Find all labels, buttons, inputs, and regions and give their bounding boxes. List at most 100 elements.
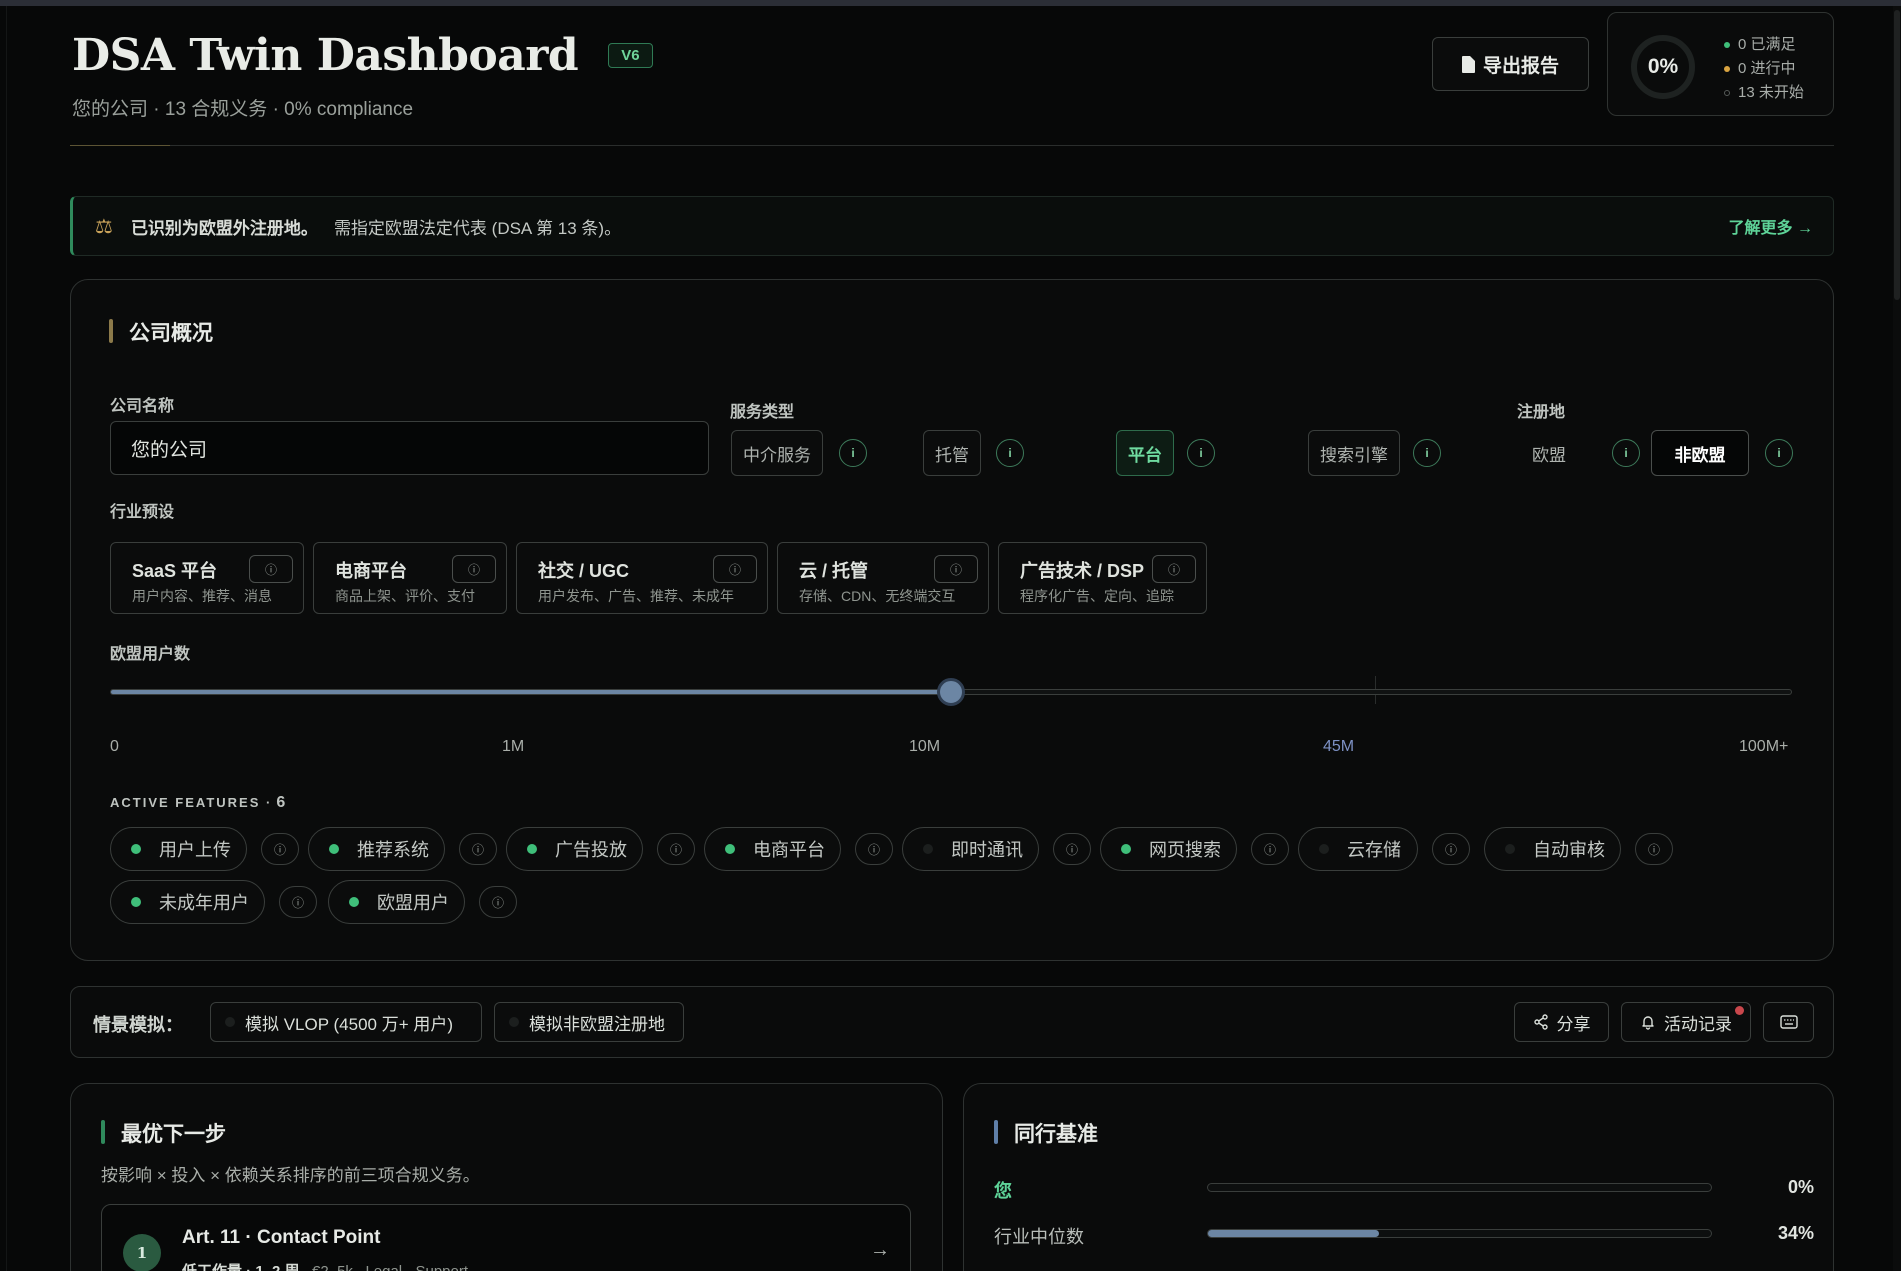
version-badge: V6 — [608, 43, 653, 68]
scenario-toolbar: 情景模拟： 模拟 VLOP (4500 万+ 用户) 模拟非欧盟注册地 分享 活… — [70, 986, 1834, 1058]
keyboard-icon — [1779, 1015, 1798, 1029]
simulate-vlop-button[interactable]: 模拟 VLOP (4500 万+ 用户) — [210, 1002, 482, 1042]
company-name-input[interactable] — [110, 421, 709, 475]
off-dot-icon — [1319, 844, 1329, 854]
service-search-engine-button[interactable]: 搜索引擎 — [1308, 430, 1400, 476]
page-title: DSA Twin Dashboard — [72, 30, 579, 81]
legend-item-not-started: 13 未开始 — [1724, 81, 1804, 105]
service-platform-button[interactable]: 平台 — [1116, 430, 1174, 476]
registration-non-eu-button[interactable]: 非欧盟 — [1651, 430, 1749, 476]
keyboard-shortcuts-button[interactable] — [1763, 1002, 1814, 1042]
compliance-percent: 0% — [1647, 55, 1679, 78]
info-icon[interactable]: i — [996, 439, 1024, 467]
info-icon[interactable]: ⓘ — [855, 833, 893, 865]
service-hosting-button[interactable]: 托管 — [923, 430, 981, 476]
industry-presets-label: 行业预设 — [110, 504, 175, 521]
on-dot-icon — [131, 897, 141, 907]
eu-users-slider-handle[interactable] — [937, 678, 965, 706]
info-icon[interactable]: ⓘ — [713, 555, 757, 583]
compliance-summary: 0% 0 已满足 0 进行中 13 未开始 — [1607, 12, 1834, 116]
header-accent-line — [70, 145, 170, 146]
scenario-label: 情景模拟： — [93, 1015, 183, 1035]
feature-chip-ads[interactable]: 广告投放 — [506, 827, 643, 871]
info-icon[interactable]: ⓘ — [249, 555, 293, 583]
scale-icon: ⚖ — [95, 215, 113, 238]
feature-chip-web-search[interactable]: 网页搜索 — [1100, 827, 1237, 871]
page-scrollbar[interactable] — [1893, 6, 1901, 1271]
notification-dot — [1735, 1006, 1744, 1015]
tick-label-100m: 100M+ — [1739, 738, 1789, 755]
eu-users-label: 欧盟用户数 — [110, 646, 191, 663]
feature-chip-user-upload[interactable]: 用户上传 — [110, 827, 247, 871]
info-icon[interactable]: i — [839, 439, 867, 467]
info-icon[interactable]: ⓘ — [459, 833, 497, 865]
info-icon[interactable]: i — [1187, 439, 1215, 467]
preset-ecommerce[interactable]: 电商平台 商品上架、评价、支付 ⓘ — [313, 542, 507, 614]
feature-chip-minors[interactable]: 未成年用户 — [110, 880, 265, 924]
off-dot-icon — [923, 844, 933, 854]
info-icon[interactable]: ⓘ — [1152, 555, 1196, 583]
tick-label-10m: 10M — [909, 738, 941, 755]
on-dot-icon — [349, 897, 359, 907]
tick-label-45m: 45M — [1323, 738, 1355, 755]
info-icon[interactable]: ⓘ — [1251, 833, 1289, 865]
simulate-non-eu-button[interactable]: 模拟非欧盟注册地 — [494, 1002, 684, 1042]
off-dot-icon — [1505, 844, 1515, 854]
feature-chip-messaging[interactable]: 即时通讯 — [902, 827, 1039, 871]
legend-item-in-progress: 0 进行中 — [1724, 57, 1804, 81]
next-steps-subtitle: 按影响 × 投入 × 依赖关系排序的前三项合规义务。 — [101, 1166, 480, 1185]
feature-chip-auto-moderation[interactable]: 自动审核 — [1484, 827, 1621, 871]
compliance-legend: 0 已满足 0 进行中 13 未开始 — [1724, 33, 1804, 105]
activity-log-button[interactable]: 活动记录 — [1621, 1002, 1751, 1042]
on-dot-icon — [329, 844, 339, 854]
page-subtitle: 您的公司 · 13 合规义务 · 0% compliance — [72, 99, 414, 120]
company-profile-card: 公司概况 公司名称 服务类型 中介服务 i 托管 i 平台 i 搜索引擎 i 注… — [70, 279, 1834, 961]
info-icon[interactable]: ⓘ — [657, 833, 695, 865]
info-icon[interactable]: ⓘ — [279, 886, 317, 918]
benchmark-row-median: 行业中位数 34% — [994, 1223, 1814, 1247]
benchmark-bar-track — [1207, 1229, 1712, 1238]
amber-dot-icon — [1724, 66, 1730, 73]
on-dot-icon — [725, 844, 735, 854]
on-dot-icon — [131, 844, 141, 854]
scrollbar-thumb[interactable] — [1894, 10, 1900, 300]
toggle-dot-icon — [225, 1017, 235, 1027]
notice-text: 需指定欧盟法定代表 (DSA 第 13 条)。 — [333, 218, 622, 238]
preset-social-ugc[interactable]: 社交 / UGC 用户发布、广告、推荐、未成年 ⓘ — [516, 542, 768, 614]
learn-more-link[interactable]: 了解更多 → — [1729, 214, 1813, 238]
info-icon[interactable]: ⓘ — [934, 555, 978, 583]
section-title-company: 公司概况 — [109, 317, 213, 347]
info-icon[interactable]: ⓘ — [1432, 833, 1470, 865]
preset-saas[interactable]: SaaS 平台 用户内容、推荐、消息 ⓘ — [110, 542, 304, 614]
feature-chip-ecommerce[interactable]: 电商平台 — [704, 827, 841, 871]
registration-eu-button[interactable]: 欧盟 — [1519, 430, 1579, 476]
next-step-item[interactable]: 1 Art. 11 · Contact Point 低工作量 · 1–2 周 €… — [101, 1204, 911, 1271]
service-intermediary-button[interactable]: 中介服务 — [731, 430, 823, 476]
info-icon[interactable]: ⓘ — [1053, 833, 1091, 865]
info-icon[interactable]: i — [1413, 439, 1441, 467]
info-icon[interactable]: ⓘ — [261, 833, 299, 865]
preset-cloud-hosting[interactable]: 云 / 托管 存储、CDN、无终端交互 ⓘ — [777, 542, 989, 614]
feature-chip-cloud-storage[interactable]: 云存储 — [1298, 827, 1418, 871]
arrow-right-icon[interactable]: → — [870, 1239, 890, 1262]
export-report-button[interactable]: 导出报告 — [1432, 37, 1589, 91]
feature-chip-recommender[interactable]: 推荐系统 — [308, 827, 445, 871]
step-title: Art. 11 · Contact Point — [182, 1227, 381, 1248]
info-icon[interactable]: ⓘ — [1635, 833, 1673, 865]
share-button[interactable]: 分享 — [1514, 1002, 1609, 1042]
green-dot-icon — [1724, 42, 1730, 49]
info-icon[interactable]: ⓘ — [452, 555, 496, 583]
on-dot-icon — [527, 844, 537, 854]
registration-notice: ⚖ 已识别为欧盟外注册地。 需指定欧盟法定代表 (DSA 第 13 条)。 了解… — [70, 196, 1834, 256]
on-dot-icon — [1121, 844, 1131, 854]
preset-adtech-dsp[interactable]: 广告技术 / DSP 程序化广告、定向、追踪 ⓘ — [998, 542, 1207, 614]
feature-chip-eu-users[interactable]: 欧盟用户 — [328, 880, 465, 924]
info-icon[interactable]: ⓘ — [479, 886, 517, 918]
title-row: DSA Twin Dashboard V6 — [72, 30, 653, 81]
peer-benchmark-card: 同行基准 您 0% 行业中位数 34% — [963, 1083, 1834, 1271]
page-header: DSA Twin Dashboard V6 您的公司 · 13 合规义务 · 0… — [70, 6, 1834, 146]
info-icon[interactable]: i — [1765, 439, 1793, 467]
compliance-ring: 0% — [1631, 35, 1695, 99]
window-left-edge — [6, 6, 7, 1271]
info-icon[interactable]: i — [1612, 439, 1640, 467]
